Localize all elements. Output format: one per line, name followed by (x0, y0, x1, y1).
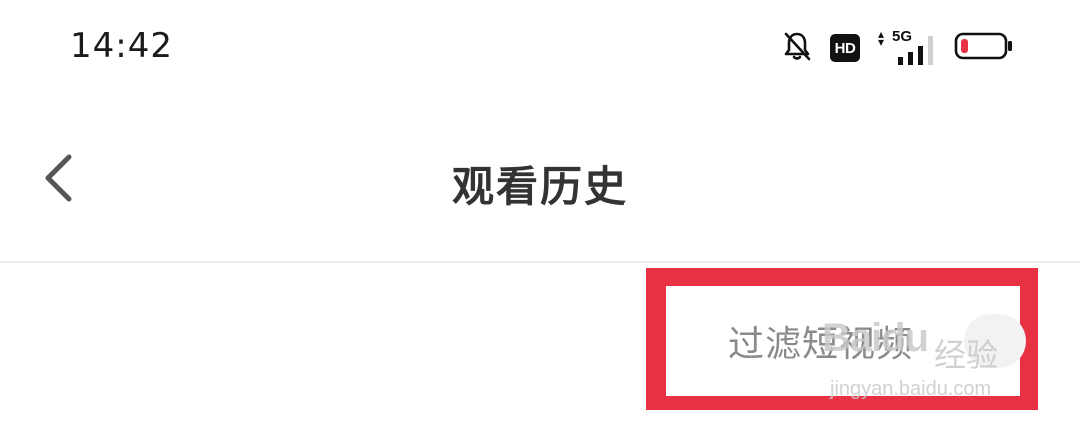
filter-label: 过滤短视频 (728, 324, 914, 365)
header-divider (0, 261, 1080, 263)
filter-short-video-toggle[interactable]: 过滤短视频 (666, 286, 1026, 396)
toggle-switch[interactable] (964, 314, 1026, 368)
hd-icon: HD (830, 34, 860, 62)
nav-header: 观看历史 (0, 95, 1080, 261)
screen: 14:42 HD ▴ ▾ 5G 观看历史 过滤短视频 Baidu 经验 jing… (0, 0, 1080, 428)
status-bar: 14:42 HD ▴ ▾ 5G (0, 0, 1080, 95)
filter-highlight-box: 过滤短视频 (646, 268, 1038, 410)
status-icons: HD ▴ ▾ 5G (782, 28, 1014, 66)
5g-signal-icon: ▴ ▾ 5G (878, 28, 936, 66)
bell-off-icon (782, 30, 812, 66)
battery-low-icon (954, 31, 1014, 65)
status-time: 14:42 (70, 26, 173, 66)
page-title: 观看历史 (451, 162, 628, 211)
